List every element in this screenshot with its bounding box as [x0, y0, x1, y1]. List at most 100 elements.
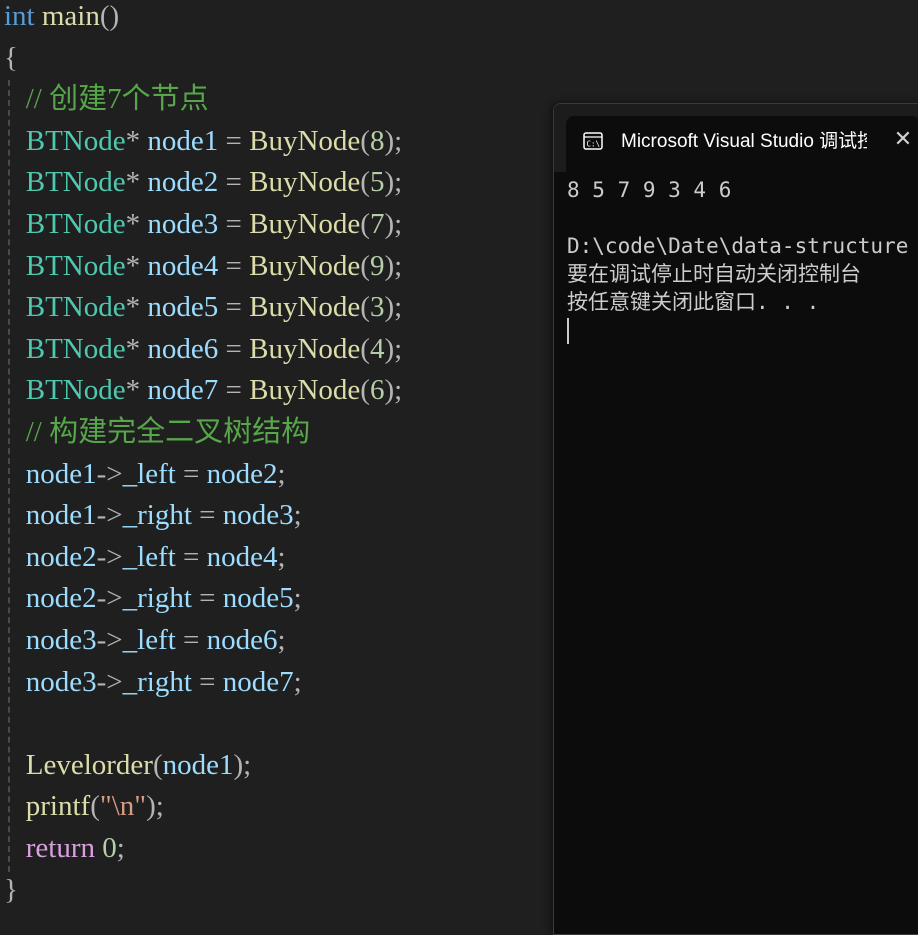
code-line: node3->_right = node7;: [4, 662, 302, 704]
code-line: node1->_right = node3;: [4, 495, 302, 537]
code-token: *: [125, 208, 148, 240]
code-token: "\n": [99, 790, 147, 823]
code-token: BTNode: [4, 249, 126, 282]
code-line: int main(): [4, 0, 119, 38]
code-line: BTNode* node3 = BuyNode(7);: [4, 204, 402, 246]
code-token: =: [218, 208, 250, 240]
code-token: ->: [96, 457, 123, 490]
code-token: =: [175, 624, 207, 656]
code-token: node6: [206, 624, 278, 656]
code-token: 6: [369, 374, 385, 407]
code-token: _right: [122, 499, 192, 532]
console-line: 8 5 7 9 3 4 6: [567, 178, 732, 202]
code-token: (: [360, 249, 370, 282]
code-line: BTNode* node1 = BuyNode(8);: [4, 121, 402, 163]
code-token: node3: [4, 665, 97, 698]
code-token: BuyNode: [249, 249, 361, 282]
code-line: BTNode* node4 = BuyNode(9);: [4, 246, 402, 288]
code-token: (: [360, 208, 370, 240]
code-token: node4: [147, 249, 219, 282]
code-token: =: [218, 249, 250, 282]
console-tab-bar: C:\ Microsoft Visual Studio 调试控制台 ✕: [554, 104, 918, 172]
code-token: *: [125, 374, 148, 407]
code-token: int: [4, 0, 35, 32]
code-token: _left: [122, 624, 176, 656]
code-token: (: [360, 332, 370, 365]
code-line: // 创建7个节点: [4, 79, 209, 121]
code-token: node3: [222, 499, 294, 532]
console-icon: C:\: [583, 132, 603, 150]
code-token: Levelorder: [4, 748, 153, 781]
console-tab[interactable]: C:\ Microsoft Visual Studio 调试控制台 ✕: [566, 116, 918, 172]
code-token: BuyNode: [249, 374, 361, 407]
code-token: =: [218, 166, 250, 199]
code-token: _right: [122, 665, 192, 698]
code-token: (: [360, 291, 370, 324]
code-token: *: [125, 166, 148, 199]
code-token: (: [360, 166, 370, 199]
code-token: node3: [147, 208, 219, 240]
code-token: printf: [4, 790, 91, 823]
console-line: 按任意键关闭此窗口. . .: [567, 290, 820, 314]
code-token: node2: [147, 166, 219, 199]
code-token: *: [125, 291, 148, 324]
code-token: ->: [96, 540, 123, 573]
code-token: }: [4, 873, 18, 906]
code-token: node5: [147, 291, 219, 324]
code-token: *: [125, 249, 148, 282]
code-token: _left: [122, 540, 176, 573]
code-token: BTNode: [4, 291, 126, 324]
console-caret: [567, 318, 569, 344]
debug-console-window[interactable]: C:\ Microsoft Visual Studio 调试控制台 ✕ 8 5 …: [553, 103, 918, 935]
code-token: 4: [369, 332, 385, 365]
code-line: node3->_left = node6;: [4, 620, 286, 662]
code-token: );: [384, 291, 403, 324]
code-token: node7: [222, 665, 294, 698]
code-token: );: [146, 790, 164, 823]
code-token: 0: [102, 832, 117, 864]
code-token: BTNode: [4, 124, 126, 157]
code-token: 8: [369, 124, 385, 157]
close-icon[interactable]: ✕: [889, 126, 917, 154]
code-token: );: [384, 208, 403, 240]
code-token: node1: [4, 499, 97, 532]
code-token: BuyNode: [249, 166, 361, 199]
console-line: D:\code\Date\data-structure: [567, 234, 909, 258]
code-token: node6: [147, 332, 219, 365]
code-token: main: [34, 0, 100, 32]
code-token: node1: [4, 457, 97, 490]
code-token: ;: [293, 665, 302, 698]
code-token: {: [4, 41, 18, 74]
code-token: ->: [96, 582, 123, 615]
code-token: ;: [277, 457, 286, 490]
code-token: );: [384, 166, 403, 199]
code-token: (: [360, 124, 370, 157]
code-token: BTNode: [4, 374, 126, 407]
code-token: ;: [116, 832, 125, 864]
code-token: =: [218, 124, 250, 157]
code-token: BuyNode: [249, 332, 361, 365]
code-token: =: [175, 540, 207, 573]
code-token: ;: [277, 624, 286, 656]
code-token: BuyNode: [249, 208, 361, 240]
code-token: BTNode: [4, 332, 126, 365]
code-token: =: [191, 665, 223, 698]
code-line: {: [4, 38, 18, 80]
code-token: ->: [96, 499, 123, 532]
code-token: =: [191, 499, 223, 532]
code-token: =: [191, 582, 223, 615]
console-line: 要在调试停止时自动关闭控制台: [567, 262, 861, 286]
code-line: // 构建完全二叉树结构: [4, 412, 310, 454]
code-token: // 构建完全二叉树结构: [4, 416, 311, 448]
code-token: node2: [4, 582, 97, 615]
code-token: 3: [369, 291, 385, 324]
code-token: node1: [162, 748, 234, 781]
code-token: ->: [96, 624, 123, 656]
code-token: );: [384, 332, 403, 365]
code-line: node2->_right = node5;: [4, 578, 302, 620]
code-token: node2: [206, 457, 278, 490]
code-line: Levelorder(node1);: [4, 745, 251, 787]
code-line: }: [4, 870, 18, 912]
code-token: node2: [4, 540, 97, 573]
code-token: );: [384, 249, 403, 282]
